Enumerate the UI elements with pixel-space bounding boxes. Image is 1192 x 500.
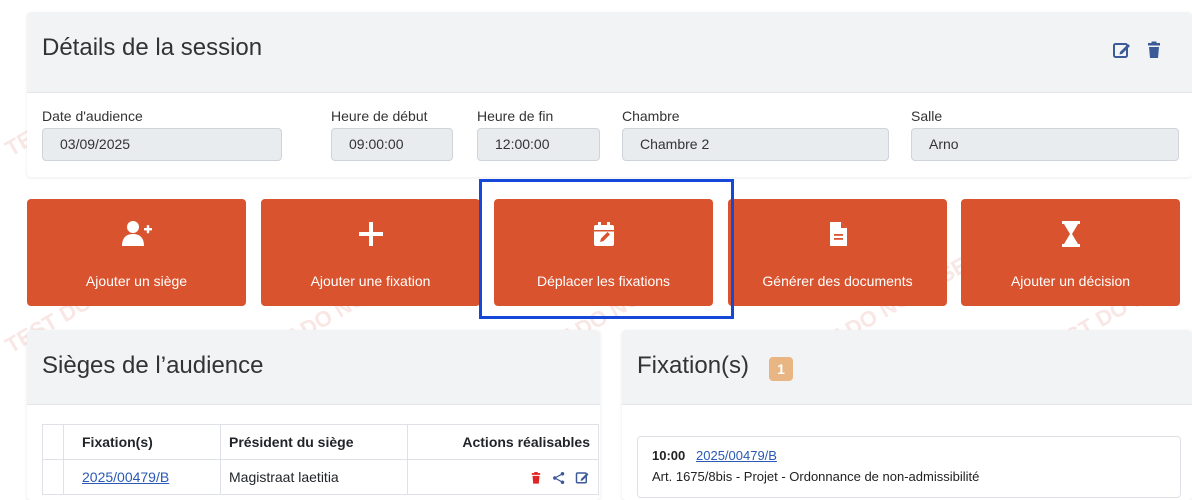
session-header: Détails de la session <box>27 12 1192 93</box>
chambre-label: Chambre <box>622 108 680 124</box>
add-decision-button[interactable]: Ajouter un décision <box>961 199 1180 306</box>
fixation-list-item: 10:00 2025/00479/B Art. 1675/8bis - Proj… <box>637 436 1181 498</box>
move-fixations-button[interactable]: Déplacer les fixations <box>494 199 713 306</box>
table-cell <box>42 459 64 495</box>
column-header-president: Président du siège <box>220 424 408 460</box>
date-audience-label: Date d'audience <box>42 108 143 124</box>
date-audience-field[interactable]: 03/09/2025 <box>42 128 282 161</box>
salle-field[interactable]: Arno <box>911 128 1179 161</box>
heure-debut-field[interactable]: 09:00:00 <box>331 128 453 161</box>
document-icon <box>829 222 847 246</box>
hourglass-icon <box>1061 221 1080 247</box>
sieges-table: Fixation(s) Président du siège Actions r… <box>42 424 599 495</box>
fixation-time: 10:00 <box>652 448 686 463</box>
trash-icon[interactable] <box>529 471 543 485</box>
plus-icon <box>358 222 383 246</box>
page-title: Détails de la session <box>42 34 263 61</box>
calendar-edit-icon <box>593 222 614 246</box>
fixations-count-badge: 1 <box>769 357 793 381</box>
fixation-description: Art. 1675/8bis - Projet - Ordonnance de … <box>652 469 980 484</box>
fixation-ref-link[interactable]: 2025/00479/B <box>696 448 777 463</box>
column-header-fixations: Fixation(s) <box>63 424 221 460</box>
sieges-card: Sièges de l’audience Fixation(s) Préside… <box>27 330 600 500</box>
edit-icon[interactable] <box>1112 40 1132 60</box>
sieges-header: Sièges de l’audience <box>27 330 600 405</box>
heure-fin-field[interactable]: 12:00:00 <box>477 128 600 161</box>
add-fixation-button[interactable]: Ajouter une fixation <box>261 199 480 306</box>
fixation-link[interactable]: 2025/00479/B <box>82 469 169 485</box>
table-header-row: Fixation(s) Président du siège Actions r… <box>42 424 599 460</box>
fixations-title: Fixation(s) <box>637 352 750 379</box>
salle-label: Salle <box>911 108 943 124</box>
table-cell-president: Magistraat laetitia <box>220 459 408 495</box>
add-decision-label: Ajouter un décision <box>1010 273 1131 289</box>
fixations-card: Fixation(s) 1 10:00 2025/00479/B Art. 16… <box>622 330 1192 500</box>
move-fixations-label: Déplacer les fixations <box>536 273 671 289</box>
session-details-card: Détails de la session Date d'audience 03… <box>27 12 1192 177</box>
trash-icon[interactable] <box>1144 40 1164 60</box>
generate-documents-label: Générer des documents <box>762 273 913 289</box>
heure-debut-label: Heure de début <box>331 108 428 124</box>
table-header-cell <box>42 424 64 460</box>
heure-fin-label: Heure de fin <box>477 108 554 124</box>
add-seat-button[interactable]: Ajouter un siège <box>27 199 246 306</box>
table-cell-fixation: 2025/00479/B <box>63 459 221 495</box>
chambre-field[interactable]: Chambre 2 <box>622 128 889 161</box>
add-user-icon <box>121 221 152 246</box>
add-fixation-label: Ajouter une fixation <box>310 273 431 289</box>
table-cell-actions <box>407 459 599 495</box>
table-row: 2025/00479/B Magistraat laetitia <box>42 459 599 495</box>
edit-icon[interactable] <box>575 470 590 485</box>
add-seat-label: Ajouter un siège <box>85 273 188 289</box>
sieges-title: Sièges de l’audience <box>42 352 264 379</box>
fixations-header: Fixation(s) 1 <box>622 330 1192 405</box>
column-header-actions: Actions réalisables <box>407 424 599 460</box>
share-icon[interactable] <box>551 471 567 485</box>
generate-documents-button[interactable]: Générer des documents <box>728 199 947 306</box>
